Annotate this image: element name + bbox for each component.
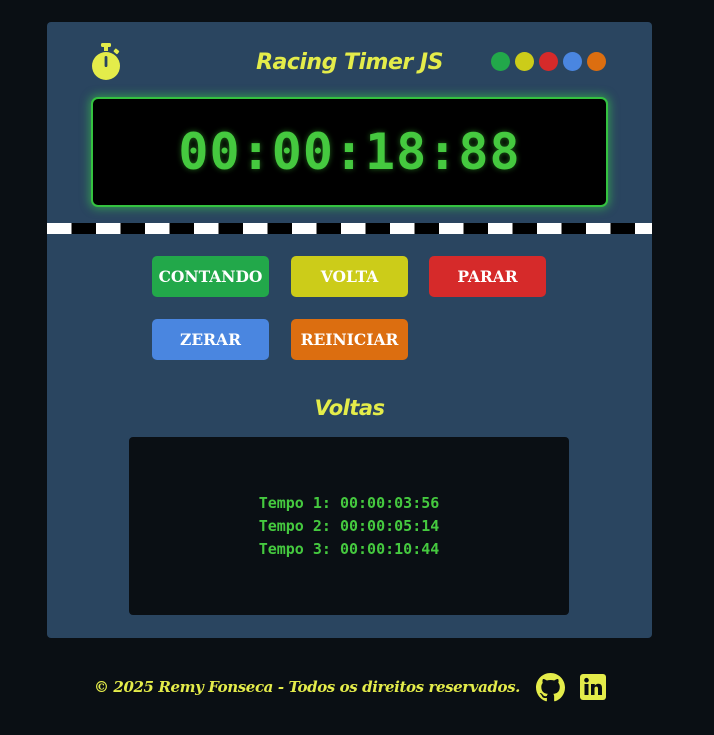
restart-button[interactable]: REINICIAR (291, 319, 408, 360)
green-dot (491, 52, 510, 71)
lap-item: Tempo 3: 00:00:10:44 (258, 539, 440, 558)
reset-button[interactable]: ZERAR (152, 319, 269, 360)
stop-button[interactable]: PARAR (429, 256, 546, 297)
lap-item: Tempo 2: 00:00:05:14 (258, 516, 440, 535)
checkered-flag-divider (47, 223, 652, 234)
linkedin-icon[interactable] (580, 674, 606, 700)
orange-dot (587, 52, 606, 71)
start-button[interactable]: CONTANDO (152, 256, 269, 297)
github-icon[interactable] (536, 673, 565, 702)
red-dot (539, 52, 558, 71)
color-dots (491, 52, 606, 72)
timer-card: Racing Timer JS 00:00:18:88 CONTANDO VOL… (47, 22, 652, 638)
blue-dot (563, 52, 582, 71)
laps-list: Tempo 1: 00:00:03:56 Tempo 2: 00:00:05:1… (129, 437, 569, 615)
laps-title: Voltas (314, 396, 385, 420)
timer-display: 00:00:18:88 (91, 97, 608, 207)
yellow-dot (515, 52, 534, 71)
header: Racing Timer JS (47, 22, 652, 97)
lap-item: Tempo 1: 00:00:03:56 (258, 493, 440, 512)
timer-value: 00:00:18:88 (178, 123, 521, 181)
footer: © 2025 Remy Fonseca - Todos os direitos … (0, 668, 714, 708)
lap-button[interactable]: VOLTA (291, 256, 408, 297)
copyright-text: © 2025 Remy Fonseca - Todos os direitos … (94, 678, 521, 696)
